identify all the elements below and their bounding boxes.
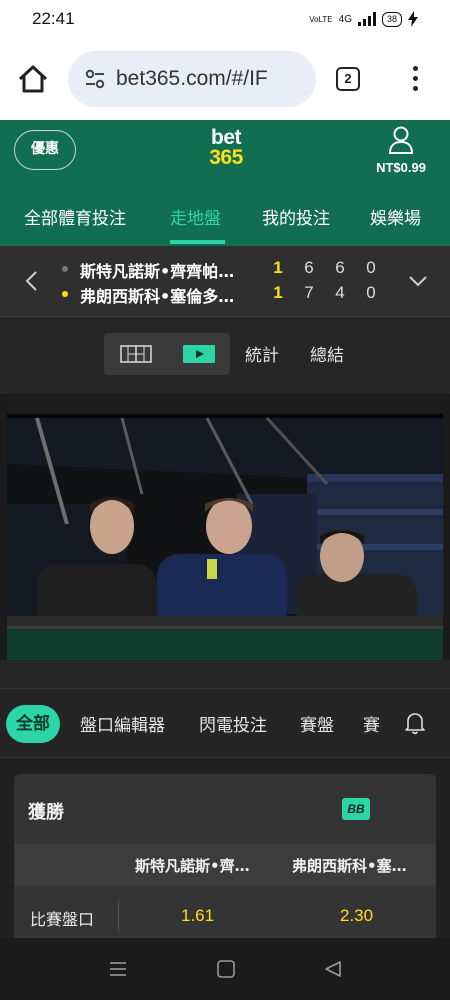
video-frame [7, 394, 443, 660]
serve-indicator [62, 291, 68, 297]
nav-casino[interactable]: 娛樂場 [370, 204, 421, 229]
tab-switcher-button[interactable]: 2 [336, 67, 360, 91]
tab-summary[interactable]: 總結 [310, 341, 344, 366]
battery-icon: 38 [381, 11, 402, 27]
active-tab-indicator [170, 240, 225, 244]
market-column-headers: 斯特凡諾斯•齊… 弗朗西斯科•塞… [14, 844, 436, 886]
nav-my-bets[interactable]: 我的投注 [262, 204, 330, 229]
set-score: 0 [366, 283, 376, 302]
match-tracker-icon[interactable] [120, 345, 152, 363]
main-nav: 全部體育投注 走地盤 我的投注 娛樂場 [0, 190, 450, 246]
account-button[interactable]: NT$0.99 [366, 126, 436, 175]
tab-stats[interactable]: 統計 [245, 341, 279, 366]
player-row: 弗朗西斯科•塞倫多… 1 7 4 0 [62, 283, 392, 306]
market-filter-tabs: 全部 盤口編輯器 閃電投注 賽盤 賽 [0, 688, 450, 758]
serve-indicator [62, 266, 68, 272]
set-score: 6 [335, 258, 345, 277]
row-label: 比賽盤口 [30, 910, 95, 929]
set-score: 4 [335, 283, 345, 302]
market-title[interactable]: 獲勝 [28, 798, 64, 824]
view-toggle [104, 333, 230, 375]
browser-toolbar: bet365.com/#/IF 2 [0, 40, 450, 120]
set-score: 0 [366, 258, 376, 277]
set-score: 1 [273, 283, 283, 302]
logo-text-top: bet [211, 126, 242, 149]
live-stream-icon[interactable] [183, 345, 215, 363]
bet365-logo[interactable]: bet 365 [200, 126, 252, 169]
set-score: 6 [304, 258, 314, 277]
filter-more[interactable]: 賽 [363, 711, 380, 736]
set-score: 7 [304, 283, 314, 302]
site-settings-icon[interactable] [84, 68, 106, 90]
bell-icon[interactable] [404, 711, 426, 735]
promotions-button[interactable]: 優惠 [14, 130, 76, 170]
signal-icon [357, 12, 376, 26]
divider [118, 901, 119, 931]
odds-button-player-2[interactable]: 2.30 [340, 906, 373, 926]
chevron-down-icon[interactable] [408, 274, 428, 288]
user-icon [388, 126, 414, 154]
nav-all-sports[interactable]: 全部體育投注 [24, 204, 126, 229]
column-header-player-2: 弗朗西斯科•塞… [292, 857, 407, 875]
live-video[interactable] [7, 394, 443, 660]
market-row: 比賽盤口 1.61 2.30 [14, 886, 436, 944]
player-row: 斯特凡諾斯•齊齊帕… 1 6 6 0 [62, 258, 392, 281]
overflow-menu-icon[interactable] [408, 66, 422, 94]
account-balance: NT$0.99 [376, 160, 426, 175]
player-name: 弗朗西斯科•塞倫多… [80, 287, 235, 306]
market-card: 獲勝 BB 斯特凡諾斯•齊… 弗朗西斯科•塞… 比賽盤口 1.61 2.30 [14, 774, 436, 944]
clock: 22:41 [32, 9, 75, 28]
odds-button-player-1[interactable]: 1.61 [181, 906, 214, 926]
home-nav-icon[interactable] [216, 960, 236, 978]
system-icons: VoLTE 4G 38 [309, 11, 418, 27]
column-header-player-1: 斯特凡諾斯•齊… [135, 857, 250, 875]
back-icon[interactable] [323, 960, 343, 978]
charging-icon [408, 11, 418, 27]
scoreboard: 斯特凡諾斯•齊齊帕… 1 6 6 0 弗朗西斯科•塞倫多… 1 7 4 0 [0, 246, 450, 316]
home-icon[interactable] [16, 62, 50, 96]
system-nav-bar [0, 938, 450, 1000]
player-name: 斯特凡諾斯•齊齊帕… [80, 262, 235, 281]
markets-section: 獲勝 BB 斯特凡諾斯•齊… 弗朗西斯科•塞… 比賽盤口 1.61 2.30 [0, 758, 450, 944]
filter-sets[interactable]: 賽盤 [300, 711, 334, 736]
address-bar[interactable]: bet365.com/#/IF [68, 51, 316, 107]
filter-instant-bets[interactable]: 閃電投注 [199, 711, 267, 736]
chevron-left-icon[interactable] [24, 270, 40, 292]
status-bar: 22:41 VoLTE 4G 38 [0, 0, 450, 40]
bet-builder-badge: BB [342, 798, 370, 820]
filter-all[interactable]: 全部 [6, 705, 60, 743]
volte-icon: VoLTE [309, 14, 333, 24]
recents-icon[interactable] [108, 960, 128, 978]
site-header: 優惠 bet 365 NT$0.99 全部體育投注 走地盤 我的投注 娛樂場 [0, 120, 450, 246]
url-text[interactable]: bet365.com/#/IF [116, 67, 268, 91]
video-footer [0, 660, 450, 688]
network-type: 4G [338, 13, 352, 25]
set-score: 1 [273, 258, 283, 277]
nav-in-play[interactable]: 走地盤 [170, 204, 221, 229]
view-selector: 統計 總結 [0, 316, 450, 394]
logo-text-bottom: 365 [209, 146, 243, 169]
filter-bet-builder[interactable]: 盤口編輯器 [80, 711, 165, 736]
